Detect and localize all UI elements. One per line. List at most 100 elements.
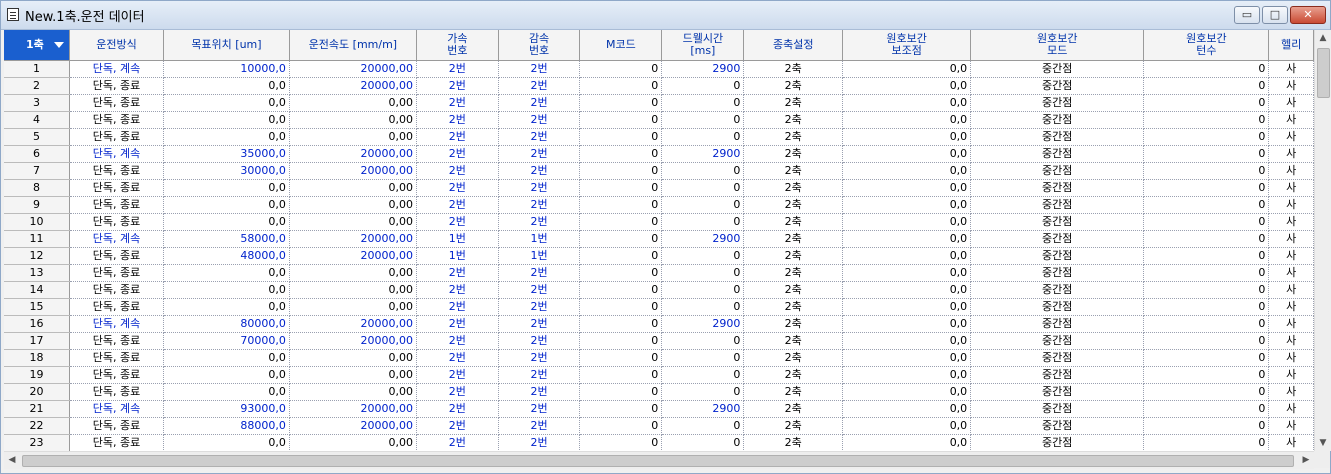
row-number[interactable]: 11: [4, 230, 70, 248]
cell-auxpt[interactable]: 0,0: [842, 349, 972, 367]
cell-speed[interactable]: 0,00: [289, 264, 417, 282]
row-number[interactable]: 9: [4, 196, 70, 214]
cell-method[interactable]: 단독, 종료: [69, 179, 165, 197]
cell-helix[interactable]: 사: [1268, 179, 1314, 197]
table-row[interactable]: 21 단독, 계속 93000,0 20000,00 2번 2번 0 2900 2축 0,0 중간점…: [4, 400, 1314, 418]
cell-method[interactable]: 단독, 종료: [69, 264, 165, 282]
cell-method[interactable]: 단독, 계속: [69, 145, 165, 163]
cell-axisset[interactable]: 2축: [743, 77, 844, 95]
column-header-method[interactable]: 운전방식: [69, 30, 165, 61]
close-button[interactable]: ✕: [1290, 6, 1326, 24]
cell-auxpt[interactable]: 0,0: [842, 162, 972, 180]
cell-helix[interactable]: 사: [1268, 400, 1314, 418]
cell-accel[interactable]: 2번: [416, 196, 499, 214]
cell-helix[interactable]: 사: [1268, 196, 1314, 214]
cell-turns[interactable]: 0: [1143, 77, 1270, 95]
table-row[interactable]: 8 단독, 종료 0,0 0,00 2번 2번 0 0 2축 0,0 중간점 0 사: [4, 179, 1314, 197]
cell-auxpt[interactable]: 0,0: [842, 94, 972, 112]
column-header-accel[interactable]: 가속 번호: [416, 30, 499, 61]
cell-dwell[interactable]: 0: [661, 128, 745, 146]
cell-auxpt[interactable]: 0,0: [842, 366, 972, 384]
cell-target[interactable]: 0,0: [163, 434, 290, 451]
cell-method[interactable]: 단독, 종료: [69, 111, 165, 129]
table-row[interactable]: 16 단독, 계속 80000,0 20000,00 2번 2번 0 2900 2축 0,0 중간점…: [4, 315, 1314, 333]
cell-auxpt[interactable]: 0,0: [842, 315, 972, 333]
cell-speed[interactable]: 0,00: [289, 111, 417, 129]
column-header-mcode[interactable]: M코드: [579, 30, 663, 61]
cell-mode[interactable]: 중간점: [970, 417, 1145, 435]
cell-axisset[interactable]: 2축: [743, 434, 844, 451]
cell-accel[interactable]: 2번: [416, 383, 499, 401]
row-number[interactable]: 19: [4, 366, 70, 384]
cell-helix[interactable]: 사: [1268, 213, 1314, 231]
cell-axisset[interactable]: 2축: [743, 111, 844, 129]
cell-accel[interactable]: 2번: [416, 213, 499, 231]
cell-turns[interactable]: 0: [1143, 196, 1270, 214]
axis-selector-dropdown[interactable]: 1축: [4, 30, 70, 61]
cell-turns[interactable]: 0: [1143, 417, 1270, 435]
cell-dwell[interactable]: 0: [661, 281, 745, 299]
cell-auxpt[interactable]: 0,0: [842, 298, 972, 316]
column-header-mode[interactable]: 원호보간 모드: [970, 30, 1145, 61]
cell-mcode[interactable]: 0: [579, 332, 663, 350]
cell-speed[interactable]: 20000,00: [289, 162, 417, 180]
cell-turns[interactable]: 0: [1143, 179, 1270, 197]
cell-target[interactable]: 30000,0: [163, 162, 290, 180]
data-grid[interactable]: 1축 운전방식 목표위치 [um] 운전속도 [mm/m] 가속 번호 감속 번호 M코드 드웰…: [4, 30, 1314, 451]
cell-helix[interactable]: 사: [1268, 434, 1314, 451]
vertical-scroll-thumb[interactable]: [1317, 48, 1330, 98]
table-row[interactable]: 22 단독, 종료 88000,0 20000,00 2번 2번 0 0 2축 0,0 중간점 0 사: [4, 417, 1314, 435]
cell-dwell[interactable]: 0: [661, 434, 745, 451]
cell-auxpt[interactable]: 0,0: [842, 332, 972, 350]
row-number[interactable]: 12: [4, 247, 70, 265]
cell-accel[interactable]: 2번: [416, 434, 499, 451]
cell-mode[interactable]: 중간점: [970, 145, 1145, 163]
cell-turns[interactable]: 0: [1143, 366, 1270, 384]
cell-target[interactable]: 93000,0: [163, 400, 290, 418]
cell-speed[interactable]: 0,00: [289, 128, 417, 146]
cell-decel[interactable]: 2번: [498, 145, 581, 163]
table-row[interactable]: 11 단독, 계속 58000,0 20000,00 1번 1번 0 2900 2축 0,0 중간점…: [4, 230, 1314, 248]
cell-accel[interactable]: 1번: [416, 247, 499, 265]
cell-axisset[interactable]: 2축: [743, 94, 844, 112]
scroll-right-arrow-icon[interactable]: ▶: [1298, 452, 1314, 469]
cell-speed[interactable]: 0,00: [289, 94, 417, 112]
cell-target[interactable]: 0,0: [163, 128, 290, 146]
cell-mode[interactable]: 중간점: [970, 332, 1145, 350]
cell-mode[interactable]: 중간점: [970, 213, 1145, 231]
cell-speed[interactable]: 20000,00: [289, 230, 417, 248]
cell-decel[interactable]: 2번: [498, 281, 581, 299]
cell-mode[interactable]: 중간점: [970, 298, 1145, 316]
cell-auxpt[interactable]: 0,0: [842, 213, 972, 231]
cell-axisset[interactable]: 2축: [743, 128, 844, 146]
cell-helix[interactable]: 사: [1268, 247, 1314, 265]
cell-auxpt[interactable]: 0,0: [842, 128, 972, 146]
maximize-button[interactable]: □: [1262, 6, 1288, 24]
table-row[interactable]: 9 단독, 종료 0,0 0,00 2번 2번 0 0 2축 0,0 중간점 0 사: [4, 196, 1314, 214]
cell-decel[interactable]: 2번: [498, 128, 581, 146]
row-number[interactable]: 7: [4, 162, 70, 180]
row-number[interactable]: 23: [4, 434, 70, 451]
scroll-down-arrow-icon[interactable]: ▼: [1315, 435, 1331, 451]
cell-mcode[interactable]: 0: [579, 383, 663, 401]
cell-mode[interactable]: 중간점: [970, 434, 1145, 451]
cell-speed[interactable]: 20000,00: [289, 315, 417, 333]
cell-helix[interactable]: 사: [1268, 162, 1314, 180]
cell-dwell[interactable]: 0: [661, 196, 745, 214]
cell-speed[interactable]: 20000,00: [289, 400, 417, 418]
cell-auxpt[interactable]: 0,0: [842, 264, 972, 282]
cell-speed[interactable]: 20000,00: [289, 332, 417, 350]
row-number[interactable]: 14: [4, 281, 70, 299]
cell-dwell[interactable]: 0: [661, 366, 745, 384]
cell-axisset[interactable]: 2축: [743, 162, 844, 180]
cell-decel[interactable]: 1번: [498, 247, 581, 265]
cell-method[interactable]: 단독, 계속: [69, 315, 165, 333]
cell-mcode[interactable]: 0: [579, 179, 663, 197]
cell-mode[interactable]: 중간점: [970, 179, 1145, 197]
cell-method[interactable]: 단독, 종료: [69, 128, 165, 146]
cell-accel[interactable]: 2번: [416, 281, 499, 299]
cell-turns[interactable]: 0: [1143, 128, 1270, 146]
cell-target[interactable]: 0,0: [163, 196, 290, 214]
cell-dwell[interactable]: 2900: [661, 145, 745, 163]
cell-helix[interactable]: 사: [1268, 417, 1314, 435]
